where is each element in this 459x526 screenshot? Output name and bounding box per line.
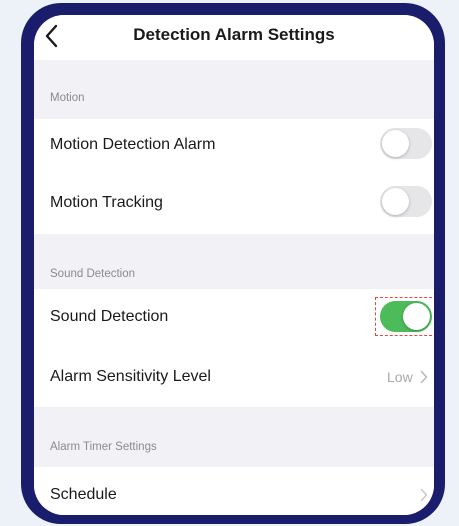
motion-group: Motion Detection Alarm Motion Tracking	[34, 119, 434, 234]
alarm-sensitivity-label[interactable]: Alarm Sensitivity Level	[50, 368, 211, 386]
section-header-sound: Sound Detection	[50, 268, 136, 280]
motion-detection-alarm-toggle[interactable]	[380, 128, 432, 159]
sound-group: Sound Detection Alarm Sensitivity Level …	[34, 289, 434, 407]
toggle-knob	[382, 130, 409, 157]
motion-detection-alarm-label: Motion Detection Alarm	[50, 136, 216, 153]
alarm-sensitivity-value[interactable]: Low	[387, 369, 413, 385]
app-screen: Detection Alarm Settings Motion Motion D…	[34, 15, 434, 515]
chevron-right-icon[interactable]	[420, 488, 428, 502]
toggle-knob	[382, 188, 409, 215]
sound-detection-label: Sound Detection	[50, 308, 169, 325]
timer-group: Schedule	[34, 467, 434, 515]
motion-tracking-toggle[interactable]	[380, 186, 432, 217]
page-title: Detection Alarm Settings	[133, 25, 335, 44]
nav-bar: Detection Alarm Settings	[34, 15, 434, 60]
section-header-motion: Motion	[50, 92, 85, 104]
section-header-timer: Alarm Timer Settings	[50, 441, 157, 453]
device-frame: Detection Alarm Settings Motion Motion D…	[21, 3, 445, 524]
stage: Detection Alarm Settings Motion Motion D…	[0, 0, 459, 526]
toggle-knob	[403, 303, 430, 330]
chevron-right-icon[interactable]	[420, 370, 428, 384]
schedule-label[interactable]: Schedule	[50, 486, 117, 504]
sound-detection-toggle[interactable]	[380, 301, 432, 332]
motion-tracking-label: Motion Tracking	[50, 194, 163, 211]
